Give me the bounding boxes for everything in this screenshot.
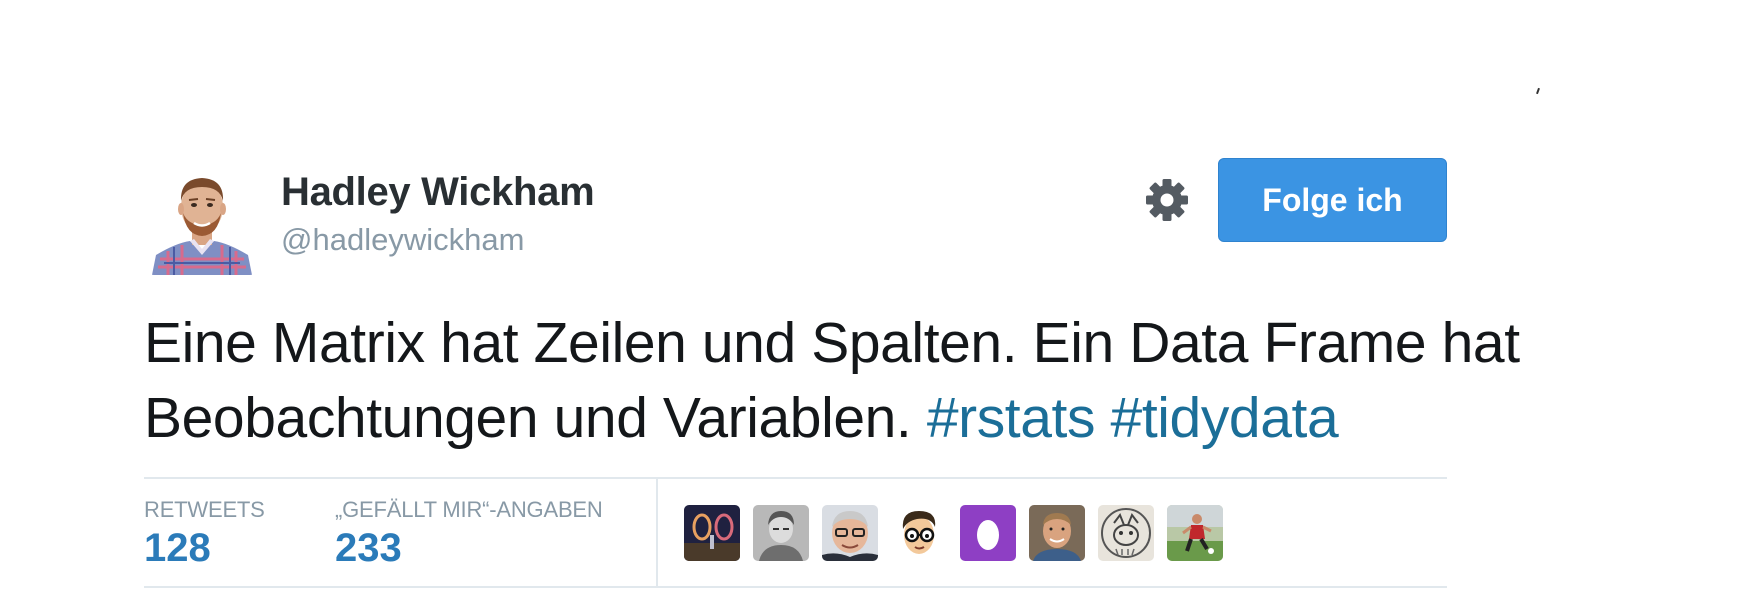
- liker-avatar-cartoon-glasses[interactable]: [891, 505, 947, 561]
- user-handle[interactable]: @hadleywickham: [281, 222, 524, 258]
- liker-avatar-soccer-player[interactable]: [1167, 505, 1223, 561]
- liker-avatar-man-glasses[interactable]: [822, 505, 878, 561]
- liker-avatar-man-smiling[interactable]: [1029, 505, 1085, 561]
- stray-mark: [1536, 87, 1540, 95]
- liker-avatar-dark-portal[interactable]: [684, 505, 740, 561]
- liker-avatar-default-egg[interactable]: [960, 505, 1016, 561]
- tweet-text: Eine Matrix hat Zeilen und Spalten. Ein …: [144, 306, 1544, 456]
- hashtag-tidydata[interactable]: #tidydata: [1111, 386, 1339, 450]
- retweets-label[interactable]: RETWEETS: [144, 497, 265, 523]
- likes-count[interactable]: 233: [335, 526, 402, 571]
- liker-avatar-sketch-animal[interactable]: [1098, 505, 1154, 561]
- stats-divider-top: [144, 477, 1447, 479]
- retweets-count[interactable]: 128: [144, 526, 211, 571]
- hashtag-rstats[interactable]: #rstats: [927, 386, 1096, 450]
- liker-avatar-gray-photo[interactable]: [753, 505, 809, 561]
- likes-label[interactable]: „GEFÄLLT MIR“-ANGABEN: [335, 497, 603, 523]
- follow-button[interactable]: Folge ich: [1218, 158, 1447, 242]
- gear-icon: [1146, 179, 1188, 221]
- user-display-name[interactable]: Hadley Wickham: [281, 170, 595, 215]
- settings-button[interactable]: [1144, 177, 1190, 223]
- stats-divider-vertical: [656, 478, 658, 586]
- user-avatar[interactable]: [146, 163, 258, 275]
- tweet-card: Hadley Wickham @hadleywickham Folge ich …: [0, 0, 1744, 608]
- stats-divider-bottom: [144, 586, 1447, 588]
